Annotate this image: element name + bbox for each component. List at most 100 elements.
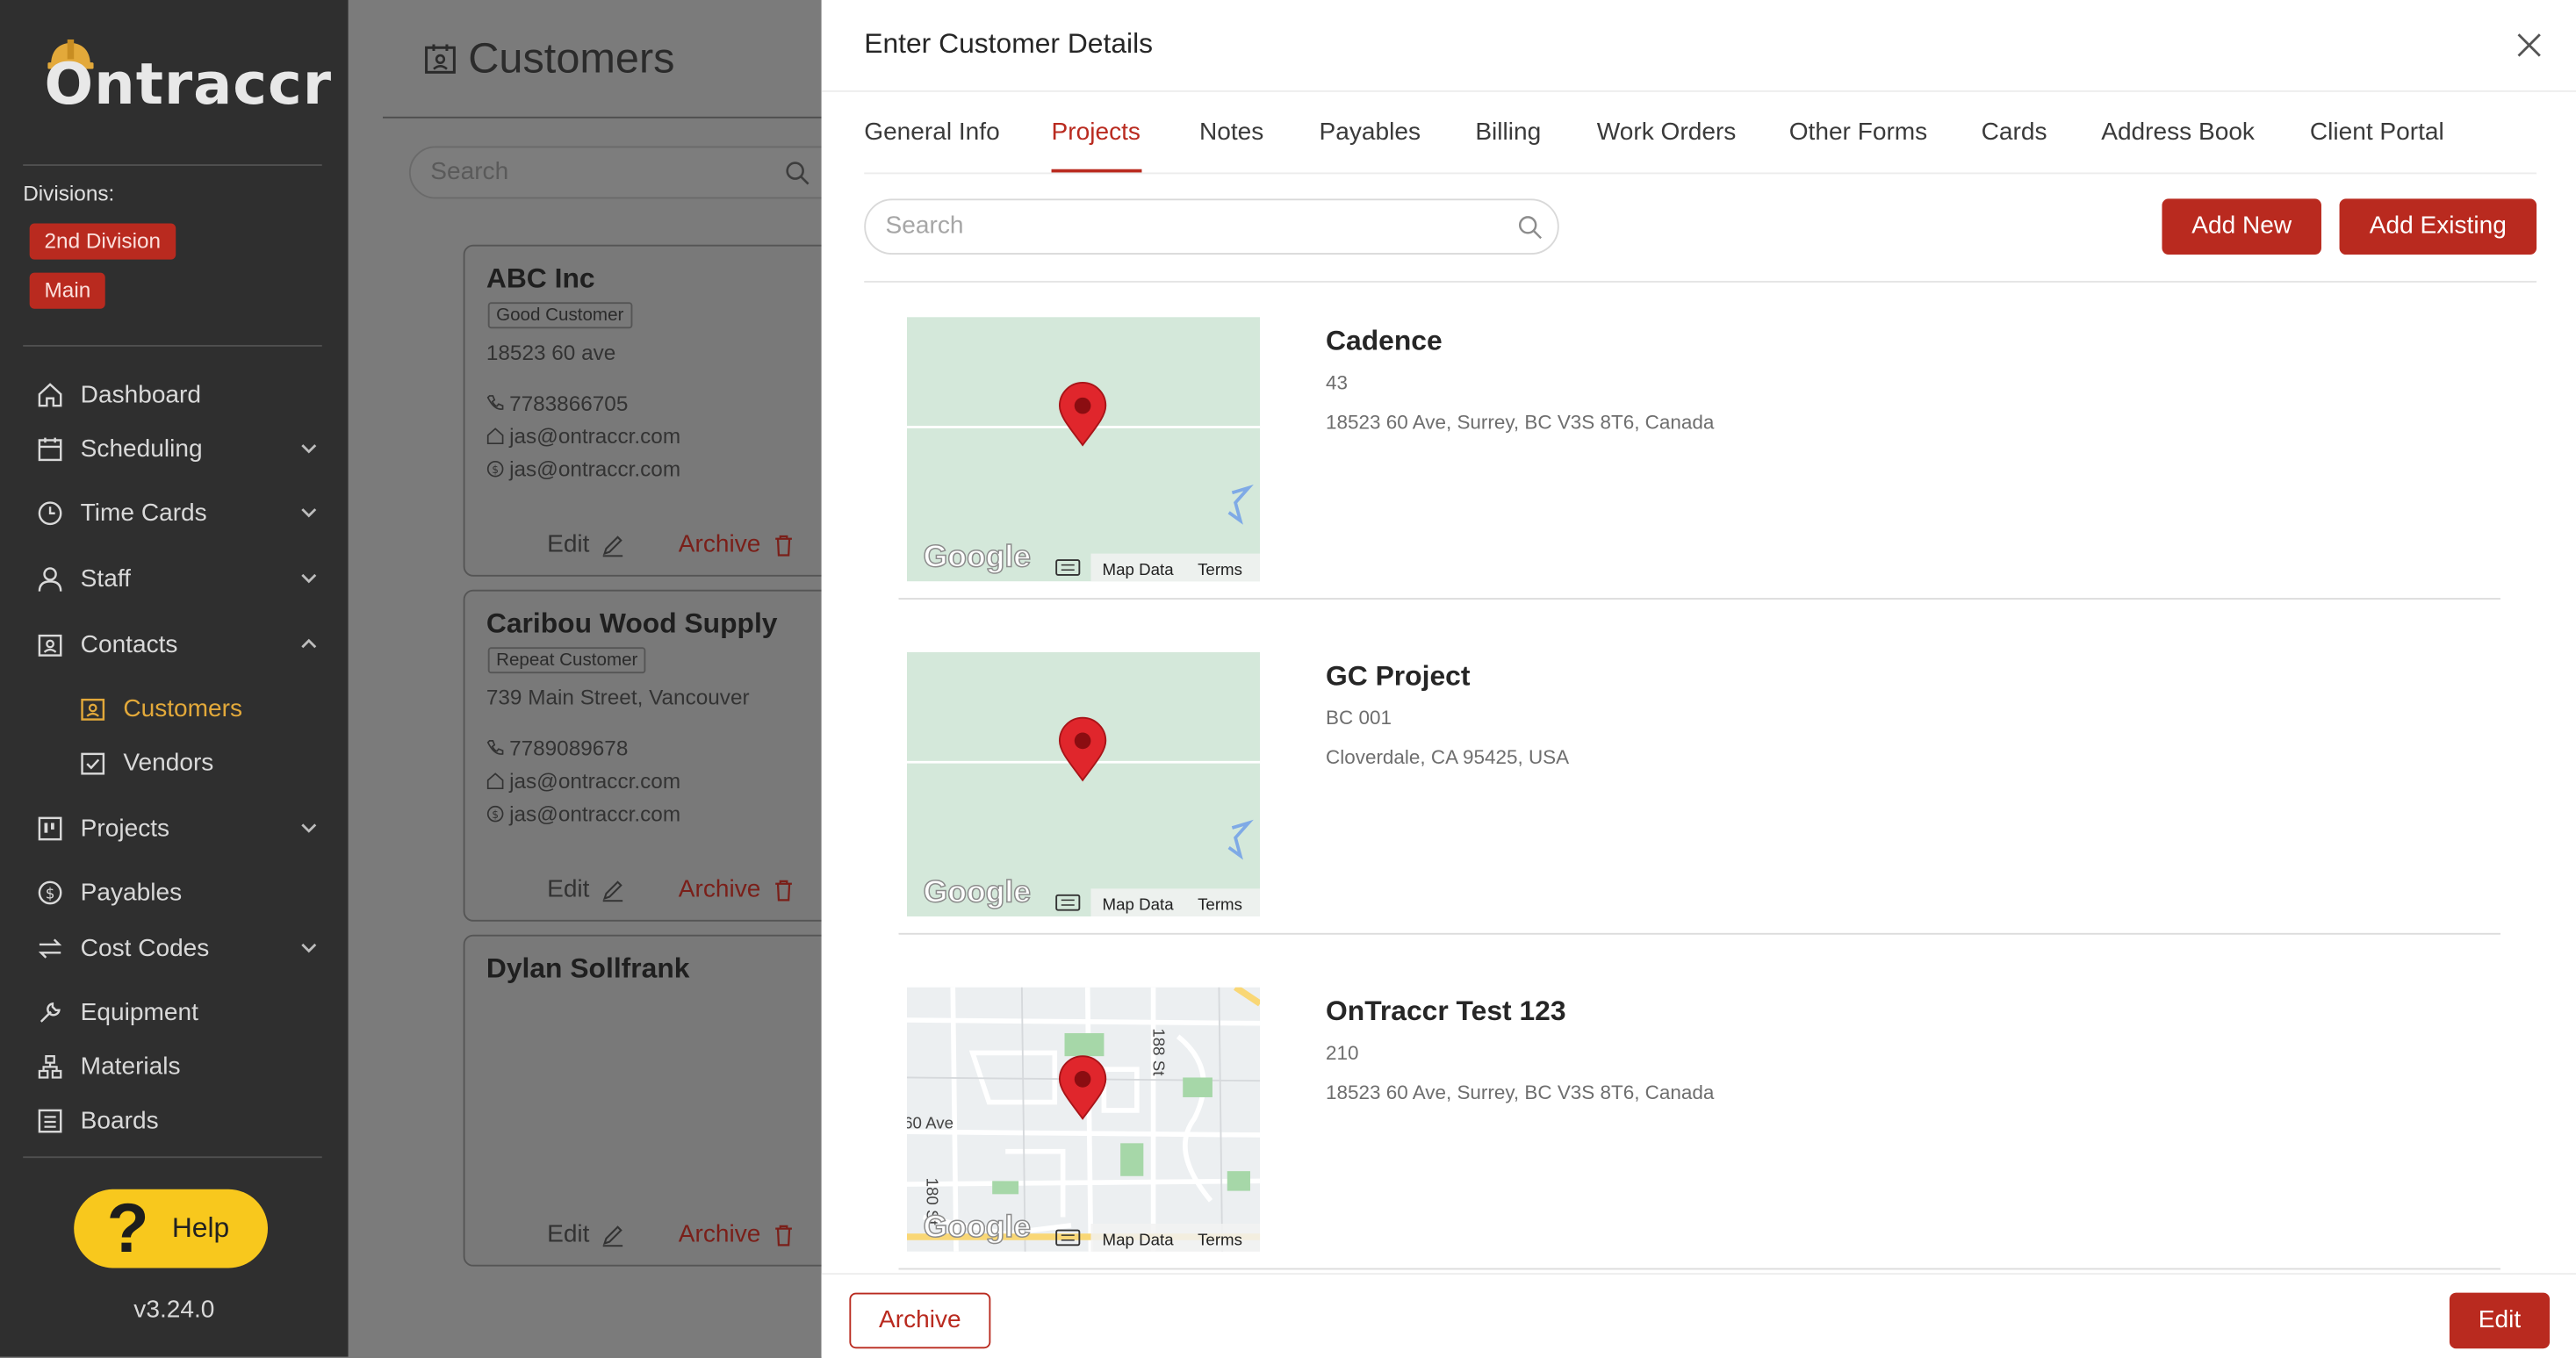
- tab-client-portal[interactable]: Client Portal: [2310, 119, 2444, 147]
- customer-phone: 7783866705: [486, 391, 628, 415]
- project-map-cadence[interactable]: Google Map Data Terms: [906, 317, 1261, 582]
- cluster-icon: [38, 1054, 62, 1078]
- project-map-gc-project[interactable]: Google Map Data Terms: [906, 651, 1261, 917]
- add-new-button[interactable]: Add New: [2162, 198, 2321, 255]
- project-name[interactable]: GC Project: [1326, 660, 1470, 693]
- vendor-check-icon: [81, 751, 105, 774]
- tab-billing[interactable]: Billing: [1475, 119, 1541, 147]
- project-address: 18523 60 Ave, Surrey, BC V3S 8T6, Canada: [1326, 1081, 1715, 1104]
- contacts-icon: [38, 633, 62, 656]
- page-title: Customers: [424, 32, 675, 83]
- svg-text:$: $: [492, 463, 499, 476]
- customer-details-drawer: Enter Customer Details General Info Proj…: [821, 0, 2576, 1358]
- svg-text:$: $: [492, 808, 499, 821]
- google-logo: Google: [924, 873, 1031, 909]
- sidebar-item-staff[interactable]: Staff: [36, 558, 325, 598]
- close-icon[interactable]: [2515, 32, 2544, 60]
- map-terms-link: Terms: [1198, 1230, 1242, 1248]
- chevron-up-icon: [301, 638, 317, 649]
- customer-name: Dylan Sollfrank: [486, 952, 690, 984]
- sidebar-item-label: Materials: [80, 1052, 181, 1081]
- map-terms-link: Terms: [1198, 895, 1242, 914]
- edit-button[interactable]: Edit: [547, 1220, 624, 1248]
- sidebar-item-contacts[interactable]: Contacts: [36, 624, 325, 664]
- pencil-icon: [602, 880, 622, 902]
- tab-other-forms[interactable]: Other Forms: [1789, 119, 1928, 147]
- google-logo: Google: [924, 539, 1031, 574]
- sidebar-item-label: Staff: [80, 564, 131, 593]
- division-tag-main[interactable]: Main: [29, 272, 106, 309]
- home-icon: [486, 428, 504, 445]
- archive-button[interactable]: Archive: [679, 875, 795, 903]
- customer-search-input[interactable]: Search: [408, 146, 853, 199]
- archive-button[interactable]: Archive: [849, 1292, 991, 1349]
- street-label: 60 Ave: [907, 1113, 953, 1132]
- sidebar-item-label: Cost Codes: [80, 933, 210, 962]
- help-button[interactable]: ? Help: [74, 1189, 269, 1268]
- title-divider: [382, 116, 822, 119]
- svg-text:$: $: [46, 884, 55, 902]
- project-name[interactable]: Cadence: [1326, 325, 1443, 357]
- divisions-label: Divisions:: [23, 180, 115, 205]
- tab-general-info[interactable]: General Info: [864, 119, 999, 147]
- pencil-icon: [602, 535, 622, 557]
- sidebar-item-label: Projects: [80, 814, 170, 842]
- ontraccr-logo[interactable]: Ontraccr: [45, 39, 331, 119]
- project-number: 210: [1326, 1041, 1359, 1065]
- sidebar-item-label: Dashboard: [80, 380, 202, 408]
- question-mark-icon: ?: [106, 1189, 149, 1267]
- sidebar-item-cost-codes[interactable]: Cost Codes: [36, 928, 325, 967]
- sidebar-item-time-cards[interactable]: Time Cards: [36, 492, 325, 532]
- tab-address-book[interactable]: Address Book: [2101, 119, 2255, 147]
- sidebar-item-dashboard[interactable]: Dashboard: [36, 375, 325, 414]
- chevron-down-icon: [301, 823, 317, 833]
- tab-notes[interactable]: Notes: [1199, 119, 1263, 147]
- edit-button[interactable]: Edit: [547, 875, 624, 903]
- sidebar-item-equipment[interactable]: Equipment: [36, 992, 325, 1031]
- sidebar-item-label: Equipment: [80, 997, 198, 1026]
- sidebar-item-boards[interactable]: Boards: [36, 1101, 325, 1140]
- archive-button[interactable]: Archive: [679, 530, 795, 558]
- tabs-divider: [864, 172, 2537, 175]
- sidebar-item-scheduling[interactable]: Scheduling: [36, 428, 325, 468]
- list-divider: [898, 932, 2500, 935]
- dollar-circle-icon: $: [486, 460, 504, 478]
- customer-card-caribou-wood-supply[interactable]: Caribou Wood Supply Repeat Customer 739 …: [463, 589, 858, 922]
- edit-button[interactable]: Edit: [547, 530, 624, 558]
- logo-text: Ontraccr: [44, 52, 333, 119]
- edit-button[interactable]: Edit: [2449, 1292, 2551, 1349]
- wrench-icon: [40, 1001, 61, 1022]
- archive-button[interactable]: Archive: [679, 1220, 795, 1248]
- drawer-footer: Archive Edit: [821, 1273, 2576, 1358]
- header-divider: [821, 90, 2576, 92]
- help-label: Help: [171, 1211, 230, 1244]
- sidebar-item-vendors[interactable]: Vendors: [79, 743, 368, 782]
- tab-projects[interactable]: Projects: [1052, 119, 1140, 147]
- sidebar-item-projects[interactable]: Projects: [36, 808, 325, 848]
- swap-icon: [38, 938, 62, 958]
- customer-email: jas@ontraccr.com: [486, 769, 680, 794]
- division-tag-2nd-division[interactable]: 2nd Division: [29, 223, 176, 260]
- tab-payables[interactable]: Payables: [1320, 119, 1421, 147]
- tab-work-orders[interactable]: Work Orders: [1597, 119, 1737, 147]
- customer-card-abc-inc[interactable]: ABC Inc Good Customer 18523 60 ave 77838…: [463, 244, 858, 577]
- project-search-input[interactable]: Search: [864, 198, 1559, 255]
- project-name[interactable]: OnTraccr Test 123: [1326, 995, 1565, 1028]
- sidebar-item-customers[interactable]: Customers: [79, 688, 368, 728]
- page-title-text: Customers: [468, 32, 675, 83]
- customer-billing-email: $ jas@ontraccr.com: [486, 456, 680, 481]
- sidebar-item-materials[interactable]: Materials: [36, 1046, 325, 1086]
- sidebar-divider: [23, 1156, 322, 1159]
- trash-icon: [775, 1224, 792, 1246]
- tab-cards[interactable]: Cards: [1982, 119, 2047, 147]
- customer-card-dylan-sollfrank[interactable]: Dylan Sollfrank Edit Archive: [463, 934, 858, 1267]
- home-icon: [38, 382, 62, 406]
- customer-tag: Good Customer: [487, 302, 632, 329]
- customer-tag: Repeat Customer: [487, 647, 646, 674]
- list-divider: [898, 598, 2500, 600]
- project-number: 43: [1326, 370, 1349, 395]
- sidebar-item-payables[interactable]: $ Payables: [36, 873, 325, 912]
- project-map-ontraccr-test-123[interactable]: 188 St 60 Ave 180 St Google Map Data Ter…: [906, 987, 1261, 1252]
- add-existing-button[interactable]: Add Existing: [2339, 198, 2537, 255]
- search-icon: [1518, 216, 1543, 240]
